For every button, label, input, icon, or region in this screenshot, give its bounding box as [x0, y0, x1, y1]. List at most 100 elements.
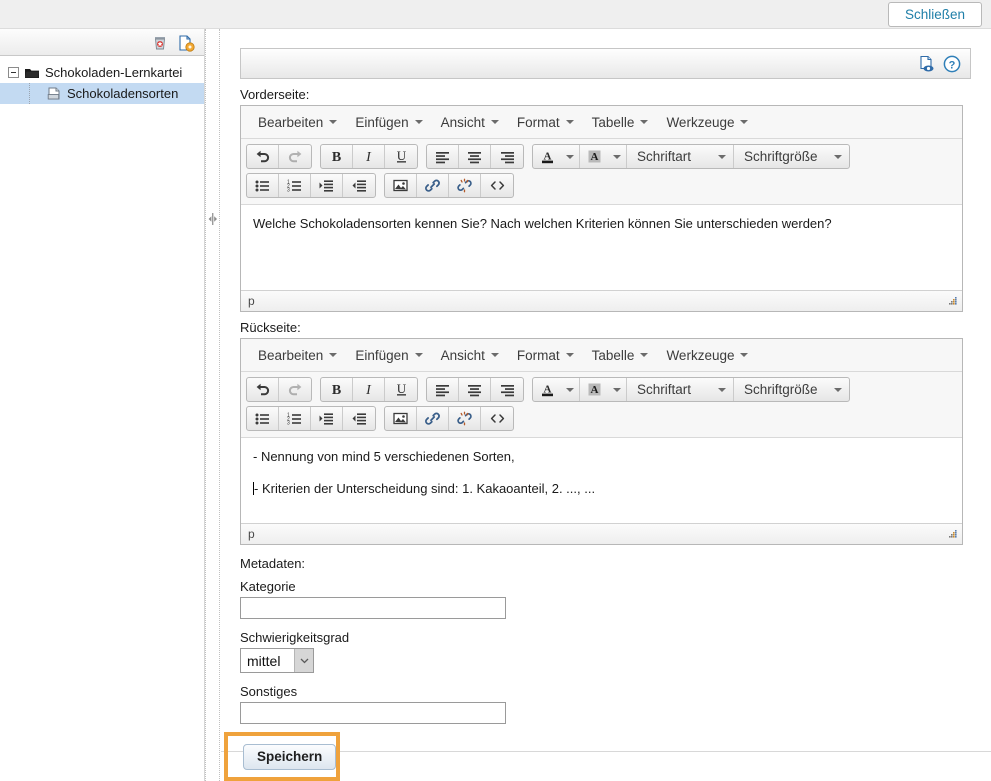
tree-guide-line	[29, 83, 46, 104]
resize-grip-icon[interactable]	[946, 528, 958, 540]
bold-icon[interactable]: B	[321, 145, 353, 168]
toolbar-row-1: B I U	[246, 143, 957, 170]
numbered-list-icon[interactable]: 123	[279, 407, 311, 430]
fontsize-select[interactable]: Schriftgröße	[734, 145, 849, 168]
redo-icon[interactable]	[279, 378, 311, 401]
folder-icon	[24, 66, 40, 80]
chevron-down-icon	[718, 388, 726, 392]
front-editor-menubar: Bearbeiten Einfügen Ansicht Format Tabel…	[241, 106, 962, 139]
kategorie-label: Kategorie	[240, 579, 991, 594]
sidebar-panel: Schokoladen-Lernkartei Schokoladensorten	[0, 29, 205, 781]
redo-icon[interactable]	[279, 145, 311, 168]
source-code-icon[interactable]	[481, 174, 513, 197]
metadata-section: Metadaten: Kategorie Schwierigkeitsgrad …	[221, 556, 991, 724]
text-color-button[interactable]: A	[533, 145, 580, 168]
menu-label: Werkzeuge	[666, 115, 734, 130]
back-editor-content[interactable]: - Nennung von mind 5 verschiedenen Sorte…	[241, 438, 962, 523]
top-bar: Schließen	[0, 0, 991, 29]
toolbar-row-2: 123	[246, 172, 957, 199]
image-icon[interactable]	[385, 407, 417, 430]
resize-grip-icon[interactable]	[946, 295, 958, 307]
link-icon[interactable]	[417, 174, 449, 197]
menu-werkzeuge[interactable]: Werkzeuge	[657, 111, 757, 134]
menu-label: Ansicht	[441, 348, 485, 363]
indent-icon[interactable]	[311, 407, 343, 430]
source-code-icon[interactable]	[481, 407, 513, 430]
background-color-button[interactable]: A	[580, 145, 627, 168]
sonstiges-input[interactable]	[240, 702, 506, 724]
menu-tabelle[interactable]: Tabelle	[583, 344, 658, 367]
undo-icon[interactable]	[247, 378, 279, 401]
bold-icon[interactable]: B	[321, 378, 353, 401]
image-icon[interactable]	[385, 174, 417, 197]
undo-icon[interactable]	[247, 145, 279, 168]
tree-item-schokoladen-lernkartei[interactable]: Schokoladen-Lernkartei	[0, 62, 204, 83]
schwierigkeitsgrad-select[interactable]: mittel	[240, 648, 314, 673]
bullet-list-icon[interactable]	[247, 407, 279, 430]
unlink-icon[interactable]	[449, 407, 481, 430]
numbered-list-icon[interactable]: 123	[279, 174, 311, 197]
svg-text:A: A	[590, 151, 598, 163]
sidebar-toolbar	[0, 29, 204, 56]
menu-einfuegen[interactable]: Einfügen	[346, 111, 431, 134]
menu-format[interactable]: Format	[508, 111, 583, 134]
outdent-icon[interactable]	[343, 174, 375, 197]
svg-text:U: U	[396, 148, 406, 163]
background-color-icon: A	[580, 148, 608, 165]
fontsize-select[interactable]: Schriftgröße	[734, 378, 849, 401]
chevron-down-icon	[491, 120, 499, 124]
kategorie-input[interactable]	[240, 597, 506, 619]
menu-format[interactable]: Format	[508, 344, 583, 367]
align-right-icon[interactable]	[491, 145, 523, 168]
italic-icon[interactable]: I	[353, 378, 385, 401]
content-header-bar: ?	[240, 48, 971, 79]
front-editor-statusbar: p	[241, 290, 962, 311]
close-button[interactable]: Schließen	[888, 2, 982, 27]
back-content-line-2-text: - Kriterien der Unterscheidung sind: 1. …	[254, 481, 595, 496]
fontfamily-select[interactable]: Schriftart	[627, 145, 734, 168]
align-left-icon[interactable]	[427, 378, 459, 401]
new-page-icon[interactable]	[176, 33, 196, 53]
unlink-icon[interactable]	[449, 174, 481, 197]
text-color-button[interactable]: A	[533, 378, 580, 401]
menu-werkzeuge[interactable]: Werkzeuge	[657, 344, 757, 367]
front-editor-content[interactable]: Welche Schokoladensorten kennen Sie? Nac…	[241, 205, 962, 290]
outdent-icon[interactable]	[343, 407, 375, 430]
menu-bearbeiten[interactable]: Bearbeiten	[249, 111, 346, 134]
tree-item-schokoladensorten[interactable]: Schokoladensorten	[0, 83, 204, 104]
bullet-list-icon[interactable]	[247, 174, 279, 197]
align-center-icon[interactable]	[459, 378, 491, 401]
underline-icon[interactable]: U	[385, 145, 417, 168]
align-left-icon[interactable]	[427, 145, 459, 168]
splitter-collapse-handle[interactable]	[207, 213, 219, 225]
menu-label: Format	[517, 348, 560, 363]
background-color-button[interactable]: A	[580, 378, 627, 401]
help-icon[interactable]: ?	[942, 54, 962, 74]
menu-label: Ansicht	[441, 115, 485, 130]
text-style-group: B I U	[320, 144, 418, 169]
menu-tabelle[interactable]: Tabelle	[583, 111, 658, 134]
back-side-label: Rückseite:	[240, 320, 991, 335]
chevron-down-icon	[415, 120, 423, 124]
chevron-down-icon	[834, 388, 842, 392]
chevron-down-icon	[294, 649, 313, 672]
alignment-group	[426, 144, 524, 169]
indent-icon[interactable]	[311, 174, 343, 197]
preview-icon[interactable]	[917, 54, 937, 74]
italic-icon[interactable]: I	[353, 145, 385, 168]
chevron-down-icon	[561, 388, 579, 392]
align-right-icon[interactable]	[491, 378, 523, 401]
menu-ansicht[interactable]: Ansicht	[432, 344, 508, 367]
panel-splitter[interactable]	[205, 29, 220, 781]
menu-ansicht[interactable]: Ansicht	[432, 111, 508, 134]
link-icon[interactable]	[417, 407, 449, 430]
save-button[interactable]: Speichern	[243, 744, 336, 770]
menu-einfuegen[interactable]: Einfügen	[346, 344, 431, 367]
align-center-icon[interactable]	[459, 145, 491, 168]
menu-bearbeiten[interactable]: Bearbeiten	[249, 344, 346, 367]
svg-text:A: A	[590, 384, 598, 396]
delete-icon[interactable]	[150, 33, 170, 53]
fontfamily-select[interactable]: Schriftart	[627, 378, 734, 401]
underline-icon[interactable]: U	[385, 378, 417, 401]
tree-expander-icon[interactable]	[8, 67, 19, 78]
